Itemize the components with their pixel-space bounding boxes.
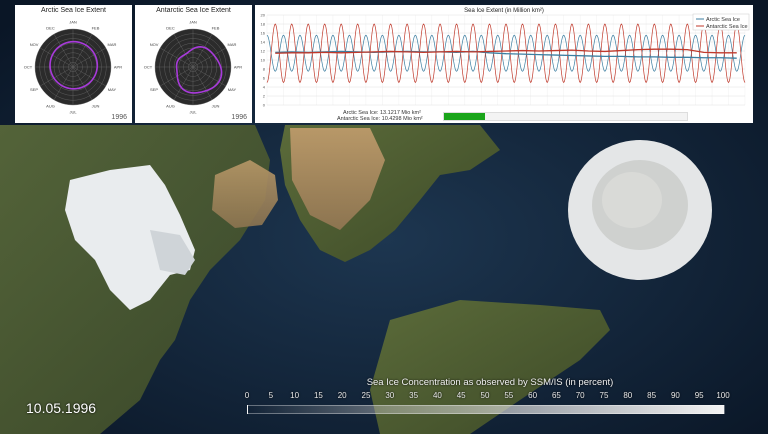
antarctic-month-label: NOV — [150, 42, 159, 47]
colorbar-tick-label: 100 — [716, 391, 730, 400]
colorbar-tick-label: 0 — [244, 391, 250, 400]
y-tick-label: 2 — [263, 94, 266, 99]
y-tick-label: 18 — [261, 22, 266, 27]
antarctic-panel-title: Antarctic Sea Ice Extent — [156, 7, 231, 14]
antarctic-month-label: FEB — [212, 26, 220, 31]
extent-timeseries-panel: Sea Ice Extent (in Million km²) 0 2 4 6 8 10 1… — [255, 5, 753, 123]
colorbar-tick-label: 35 — [409, 391, 419, 400]
y-tick-label: 16 — [261, 31, 266, 36]
y-tick-label: 20 — [261, 13, 266, 18]
arctic-month-label: DEC — [46, 26, 55, 31]
arctic-month-label: MAR — [108, 42, 117, 47]
antarctic-year-label: 1996 — [231, 114, 247, 121]
colorbar-tick-label: 65 — [551, 391, 561, 400]
concentration-colorbar — [247, 405, 725, 414]
antarctic-month-label: MAY — [228, 87, 237, 92]
colorbar-tick-label: 25 — [361, 391, 371, 400]
legend-arctic: Arctic Sea Ice — [706, 17, 740, 23]
arctic-month-label: SEP — [30, 87, 38, 92]
antarctic-polar-chart: JAN FEB MAR APR MAY JUN JUL AUG SEP OCT NOV DEC — [144, 20, 242, 115]
y-tick-label: 12 — [261, 49, 266, 54]
arctic-month-label: MAY — [108, 87, 117, 92]
date-label: 10.05.1996 — [26, 400, 97, 416]
antarctic-month-label: MAR — [228, 42, 237, 47]
colorbar-title: Sea Ice Concentration as observed by SSM… — [366, 377, 614, 388]
colorbar-tick-label: 40 — [432, 391, 442, 400]
antarctic-month-label: AUG — [166, 103, 175, 108]
extent-timeseries-chart: Sea Ice Extent (in Million km²) 0 2 4 6 8 10 1… — [261, 8, 750, 108]
antarctic-extent-panel: Antarctic Sea Ice Extent JAN FEB MAR APR MAY… — [135, 5, 252, 123]
colorbar-tick-label: 50 — [480, 391, 490, 400]
arctic-month-label: JAN — [69, 20, 77, 25]
colorbar-tick-label: 20 — [337, 391, 347, 400]
antarctic-month-label: OCT — [144, 65, 153, 70]
colorbar-tick-label: 5 — [268, 391, 274, 400]
arctic-month-label: NOV — [30, 42, 39, 47]
y-tick-label: 0 — [263, 103, 266, 108]
antarctic-month-label: JUL — [189, 110, 197, 115]
antarctic-month-label: SEP — [150, 87, 158, 92]
arctic-extent-panel: Arctic Sea Ice Extent JAN FEB MAR APR MAY JUN… — [15, 5, 132, 123]
colorbar-tick-label: 90 — [670, 391, 680, 400]
antarctic-month-label: DEC — [166, 26, 175, 31]
colorbar-tick-label: 95 — [694, 391, 704, 400]
colorbar-tick-label: 30 — [385, 391, 395, 400]
colorbar-tick-label: 15 — [313, 391, 323, 400]
colorbar-tick-label: 80 — [623, 391, 633, 400]
antarctic-month-label: JUN — [212, 103, 220, 108]
arctic-month-label: JUN — [92, 103, 100, 108]
arctic-year-label: 1996 — [111, 114, 127, 121]
arctic-month-label: APR — [114, 65, 122, 70]
y-tick-label: 6 — [263, 76, 266, 81]
arctic-month-label: AUG — [46, 103, 55, 108]
colorbar-tick-label: 75 — [599, 391, 609, 400]
antarctic-month-label: APR — [234, 65, 242, 70]
y-tick-label: 4 — [263, 85, 266, 90]
colorbar-tick-label: 10 — [290, 391, 300, 400]
timeline-progress-track — [443, 112, 688, 121]
arctic-month-label: FEB — [92, 26, 100, 31]
colorbar-tick-label: 55 — [504, 391, 514, 400]
arctic-month-label: JUL — [69, 110, 77, 115]
arctic-polar-chart: JAN FEB MAR APR MAY JUN JUL AUG SEP OCT NOV DEC — [24, 20, 122, 115]
colorbar-tick-label: 45 — [456, 391, 466, 400]
colorbar-tick-label: 60 — [528, 391, 538, 400]
arctic-month-label: OCT — [24, 65, 33, 70]
timeline-progress-fill — [444, 113, 486, 120]
antarctic-readout: Antarctic Sea Ice: 10.4298 Mio km² — [337, 116, 423, 122]
colorbar-tick-label: 85 — [647, 391, 657, 400]
y-tick-label: 8 — [263, 67, 266, 72]
y-tick-label: 14 — [261, 40, 266, 45]
arctic-panel-title: Arctic Sea Ice Extent — [41, 7, 106, 14]
antarctic-month-label: JAN — [189, 20, 197, 25]
legend-antarctic: Antarctic Sea Ice — [706, 24, 748, 30]
chart-legend: Arctic Sea Ice Antarctic Sea Ice — [692, 13, 750, 31]
chart-title: Sea Ice Extent (in Million km²) — [464, 8, 544, 14]
antarctic-readout-value: 10.4298 — [381, 116, 402, 122]
antarctic-readout-label: Antarctic Sea Ice: — [337, 116, 381, 122]
antarctic-readout-unit: Mio km² — [403, 116, 423, 122]
colorbar-tick-label: 70 — [575, 391, 585, 400]
y-tick-label: 10 — [261, 58, 266, 63]
